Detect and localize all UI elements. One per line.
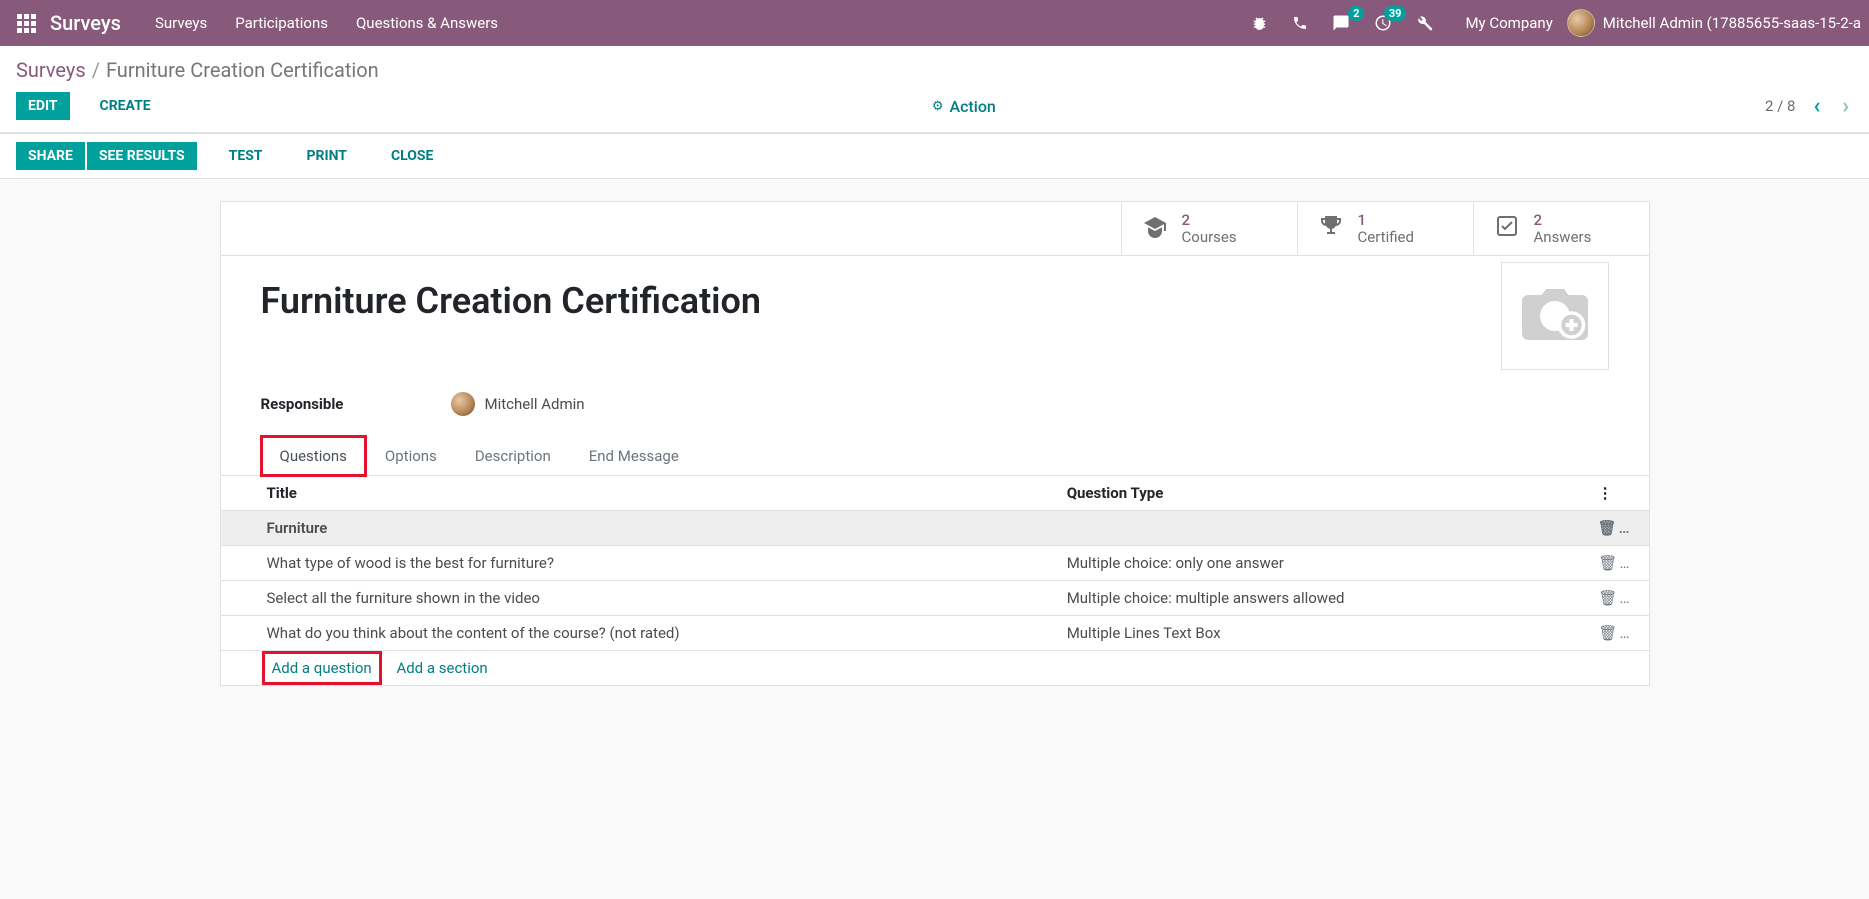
- table-row[interactable]: Select all the furniture shown in the vi…: [221, 581, 1649, 616]
- responsible-label: Responsible: [261, 395, 451, 413]
- field-responsible: Responsible Mitchell Admin: [261, 392, 1609, 416]
- brand: Surveys: [44, 11, 137, 35]
- trash-icon[interactable]: 🗑: [1598, 589, 1617, 607]
- row-title: What do you think about the content of t…: [221, 616, 1057, 651]
- add-row: Add a question Add a section: [221, 651, 1649, 686]
- messages-icon[interactable]: 2: [1332, 14, 1350, 32]
- bug-icon[interactable]: [1251, 15, 1268, 32]
- row-type: Multiple Lines Text Box: [1057, 616, 1588, 651]
- table-row[interactable]: What do you think about the content of t…: [221, 616, 1649, 651]
- nav-participations[interactable]: Participations: [235, 14, 328, 32]
- user-menu[interactable]: Mitchell Admin (17885655-saas-15-2-a: [1567, 9, 1861, 37]
- action-label: Action: [949, 97, 995, 116]
- row-type: Multiple choice: only one answer: [1057, 546, 1588, 581]
- messages-badge: 2: [1348, 6, 1364, 21]
- row-menu-icon[interactable]: …: [1619, 519, 1631, 537]
- row-menu-icon[interactable]: …: [1619, 554, 1630, 572]
- nav-questions-answers[interactable]: Questions & Answers: [356, 14, 498, 32]
- stat-courses-label: Courses: [1182, 229, 1237, 246]
- row-menu-icon[interactable]: …: [1619, 624, 1630, 642]
- print-button[interactable]: PRINT: [295, 142, 359, 170]
- tab-end-message[interactable]: End Message: [570, 436, 698, 475]
- pager-prev-icon[interactable]: ‹: [1809, 94, 1824, 119]
- check-icon: [1494, 214, 1520, 244]
- phone-icon[interactable]: [1292, 15, 1308, 31]
- responsible-value[interactable]: Mitchell Admin: [451, 392, 585, 416]
- section-row[interactable]: Furniture 🗑…: [221, 511, 1649, 546]
- tab-description[interactable]: Description: [456, 436, 570, 475]
- stat-answers-label: Answers: [1534, 229, 1592, 246]
- tab-options[interactable]: Options: [366, 436, 456, 475]
- stat-certified[interactable]: 1 Certified: [1297, 202, 1473, 255]
- activity-icon[interactable]: 39: [1374, 14, 1392, 32]
- share-button[interactable]: SHARE: [16, 142, 85, 170]
- gear-icon: ⚙: [932, 99, 944, 114]
- row-title: Select all the furniture shown in the vi…: [221, 581, 1057, 616]
- graduation-icon: [1142, 214, 1168, 244]
- image-placeholder[interactable]: [1501, 262, 1609, 370]
- stat-certified-label: Certified: [1358, 229, 1414, 246]
- stat-courses[interactable]: 2 Courses: [1121, 202, 1297, 255]
- form-sheet: 2 Courses 1 Certified 2 Answ: [220, 201, 1650, 686]
- create-button[interactable]: CREATE: [88, 92, 163, 120]
- row-menu-icon[interactable]: …: [1619, 589, 1630, 607]
- user-name: Mitchell Admin (17885655-saas-15-2-a: [1603, 14, 1861, 32]
- row-type: Multiple choice: multiple answers allowe…: [1057, 581, 1588, 616]
- edit-button[interactable]: EDIT: [16, 92, 70, 120]
- trash-icon[interactable]: 🗑: [1598, 624, 1617, 642]
- col-title: Title: [221, 476, 1057, 511]
- section-title: Furniture: [221, 511, 1588, 546]
- close-button[interactable]: CLOSE: [379, 142, 445, 170]
- stat-boxes: 2 Courses 1 Certified 2 Answ: [221, 202, 1649, 256]
- breadcrumb: Surveys / Furniture Creation Certificati…: [16, 58, 1853, 82]
- add-question-link[interactable]: Add a question: [267, 656, 377, 680]
- top-nav: Surveys Participations Questions & Answe…: [155, 14, 498, 32]
- secondary-bar: SHARE SEE RESULTS TEST PRINT CLOSE: [0, 133, 1869, 179]
- breadcrumb-root[interactable]: Surveys: [16, 58, 86, 82]
- col-type: Question Type: [1057, 476, 1588, 511]
- table-row[interactable]: What type of wood is the best for furnit…: [221, 546, 1649, 581]
- pager-text: 2 / 8: [1765, 97, 1796, 115]
- control-bar: Surveys / Furniture Creation Certificati…: [0, 46, 1869, 133]
- top-icons: 2 39: [1251, 14, 1433, 32]
- stat-answers[interactable]: 2 Answers: [1473, 202, 1649, 255]
- col-more[interactable]: ⋮: [1588, 476, 1649, 511]
- nav-surveys[interactable]: Surveys: [155, 14, 207, 32]
- questions-table: Title Question Type ⋮ Furniture 🗑… What …: [221, 476, 1649, 685]
- stat-courses-num: 2: [1182, 212, 1237, 229]
- avatar: [1567, 9, 1595, 37]
- mini-avatar: [451, 392, 475, 416]
- pager: 2 / 8 ‹ ›: [1765, 94, 1853, 119]
- page-title: Furniture Creation Certification: [261, 280, 1609, 322]
- see-results-button[interactable]: SEE RESULTS: [87, 142, 197, 170]
- add-section-link[interactable]: Add a section: [396, 659, 487, 677]
- action-dropdown[interactable]: ⚙ Action: [932, 97, 996, 116]
- tools-icon[interactable]: [1416, 15, 1433, 32]
- trophy-icon: [1318, 214, 1344, 244]
- responsible-name: Mitchell Admin: [485, 395, 585, 413]
- company-selector[interactable]: My Company: [1465, 14, 1552, 32]
- tab-questions[interactable]: Questions: [261, 436, 366, 476]
- breadcrumb-current: Furniture Creation Certification: [106, 58, 379, 82]
- camera-icon: [1519, 286, 1591, 346]
- trash-icon[interactable]: 🗑: [1598, 554, 1617, 572]
- breadcrumb-sep: /: [92, 58, 100, 82]
- pager-next-icon[interactable]: ›: [1838, 94, 1853, 119]
- tabs: Questions Options Description End Messag…: [221, 436, 1649, 476]
- trash-icon[interactable]: 🗑: [1598, 519, 1617, 537]
- activity-badge: 39: [1384, 6, 1407, 21]
- stat-answers-num: 2: [1534, 212, 1592, 229]
- test-button[interactable]: TEST: [217, 142, 275, 170]
- row-title: What type of wood is the best for furnit…: [221, 546, 1057, 581]
- apps-icon[interactable]: [8, 14, 44, 33]
- stat-certified-num: 1: [1358, 212, 1414, 229]
- topbar: Surveys Surveys Participations Questions…: [0, 0, 1869, 46]
